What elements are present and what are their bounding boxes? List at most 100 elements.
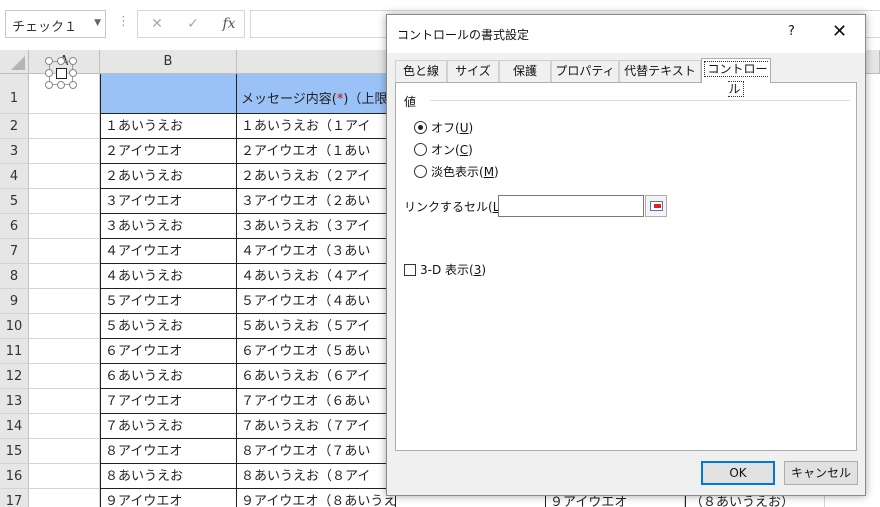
cell-a[interactable] bbox=[29, 314, 100, 339]
cell-b[interactable]: ７アイウエオ bbox=[100, 389, 237, 414]
enter-entry-icon[interactable]: ✓ bbox=[182, 16, 204, 34]
cell-c[interactable]: ５あいうえお（５アイ bbox=[236, 314, 396, 339]
chevron-down-icon[interactable]: ▼ bbox=[94, 18, 101, 28]
range-select-icon[interactable] bbox=[645, 195, 667, 217]
radio-mixed[interactable]: 淡色表示(M) bbox=[414, 163, 499, 180]
help-icon[interactable]: ? bbox=[788, 24, 795, 39]
cell-c[interactable]: ６アイウエオ（５あい bbox=[236, 339, 396, 364]
cell-c[interactable]: ４アイウエオ（３あい bbox=[236, 239, 396, 264]
checkbox-control-selected[interactable] bbox=[45, 57, 77, 89]
row-header[interactable]: 2 bbox=[0, 114, 29, 139]
row-header[interactable]: 15 bbox=[0, 439, 29, 464]
cell-a[interactable] bbox=[29, 339, 100, 364]
checkbox-icon[interactable] bbox=[404, 264, 416, 276]
ok-button[interactable]: OK bbox=[701, 461, 775, 485]
cell-b[interactable]: ２あいうえお bbox=[100, 164, 237, 189]
cell-c[interactable]: ９アイウエオ（８あいうえお） bbox=[236, 489, 396, 507]
cell-b[interactable] bbox=[100, 74, 237, 114]
cell-a[interactable] bbox=[29, 389, 100, 414]
tab-colors-lines[interactable]: 色と線 bbox=[395, 60, 447, 82]
cell-a[interactable] bbox=[29, 264, 100, 289]
cell-link-input[interactable] bbox=[498, 195, 644, 217]
cell-b[interactable]: ３あいうえお bbox=[100, 214, 237, 239]
cell-b[interactable]: ８アイウエオ bbox=[100, 439, 237, 464]
cell-a[interactable] bbox=[29, 364, 100, 389]
cell-c[interactable]: ８アイウエオ（７あい bbox=[236, 439, 396, 464]
cell-c[interactable]: ４あいうえお（４アイ bbox=[236, 264, 396, 289]
cell-a[interactable] bbox=[29, 464, 100, 489]
radio-off[interactable]: オフ(U) bbox=[414, 119, 473, 136]
row-header[interactable]: 6 bbox=[0, 214, 29, 239]
cell-a[interactable] bbox=[29, 189, 100, 214]
row-header[interactable]: 13 bbox=[0, 389, 29, 414]
cell-c[interactable]: ３あいうえお（３アイ bbox=[236, 214, 396, 239]
cell-c[interactable]: ２アイウエオ（１あい bbox=[236, 139, 396, 164]
cell-b[interactable]: ８あいうえお bbox=[100, 464, 237, 489]
column-header-b[interactable]: B bbox=[100, 50, 237, 74]
cell-b[interactable]: ４あいうえお bbox=[100, 264, 237, 289]
cell-a[interactable] bbox=[29, 214, 100, 239]
cell-b[interactable]: ７あいうえお bbox=[100, 414, 237, 439]
cell-c[interactable]: ２あいうえお（２アイ bbox=[236, 164, 396, 189]
tab-alt-text[interactable]: 代替テキスト bbox=[619, 60, 701, 82]
cell-b[interactable]: ４アイウエオ bbox=[100, 239, 237, 264]
cell-a[interactable] bbox=[29, 239, 100, 264]
cancel-entry-icon[interactable]: ✕ bbox=[146, 16, 168, 34]
name-box[interactable]: チェック１ ▼ bbox=[5, 10, 106, 38]
checkbox-icon[interactable] bbox=[56, 68, 67, 79]
cell-c[interactable]: ７あいうえお（７アイ bbox=[236, 414, 396, 439]
radio-on[interactable]: オン(C) bbox=[414, 141, 473, 158]
tab-control[interactable]: コントロール bbox=[701, 58, 771, 97]
cell-a[interactable] bbox=[29, 489, 100, 507]
cell-a[interactable] bbox=[29, 114, 100, 139]
dialog-tabs: 色と線 サイズ 保護 プロパティ 代替テキスト コントロール bbox=[395, 58, 855, 97]
cell-b[interactable]: ５あいうえお bbox=[100, 314, 237, 339]
row-header[interactable]: 17 bbox=[0, 489, 29, 507]
row-header[interactable]: 16 bbox=[0, 464, 29, 489]
cell-b[interactable]: ６アイウエオ bbox=[100, 339, 237, 364]
cell-a[interactable] bbox=[29, 439, 100, 464]
cell-b[interactable]: ９アイウエオ bbox=[100, 489, 237, 507]
name-box-value: チェック１ bbox=[12, 20, 78, 35]
cell-a[interactable] bbox=[29, 414, 100, 439]
row-header[interactable]: 10 bbox=[0, 314, 29, 339]
control-tab-panel: 値 オフ(U) オン(C) 淡色表示(M) リンクするセル(L): 3-D 表示… bbox=[395, 82, 857, 451]
cell-c[interactable]: ５アイウエオ（４あい bbox=[236, 289, 396, 314]
row-header[interactable]: 11 bbox=[0, 339, 29, 364]
row-header[interactable]: 3 bbox=[0, 139, 29, 164]
radio-icon[interactable] bbox=[414, 143, 427, 156]
row-header[interactable]: 7 bbox=[0, 239, 29, 264]
cell-b[interactable]: ２アイウエオ bbox=[100, 139, 237, 164]
row-header[interactable]: 5 bbox=[0, 189, 29, 214]
cell-a[interactable] bbox=[29, 289, 100, 314]
tab-size[interactable]: サイズ bbox=[447, 60, 499, 82]
close-icon[interactable]: ✕ bbox=[832, 21, 847, 42]
select-all-button[interactable] bbox=[0, 50, 29, 74]
more-dots-icon: ⋮ bbox=[117, 14, 130, 29]
row-header[interactable]: 8 bbox=[0, 264, 29, 289]
cell-a[interactable] bbox=[29, 139, 100, 164]
cancel-button[interactable]: キャンセル bbox=[784, 461, 858, 485]
row-header[interactable]: 1 bbox=[0, 74, 29, 114]
row-header[interactable]: 9 bbox=[0, 289, 29, 314]
cell-b[interactable]: １あいうえお bbox=[100, 114, 237, 139]
cell-c[interactable]: ７アイウエオ（６あい bbox=[236, 389, 396, 414]
row-header[interactable]: 12 bbox=[0, 364, 29, 389]
radio-selected-icon[interactable] bbox=[414, 121, 427, 134]
insert-function-icon[interactable]: fx bbox=[218, 16, 240, 34]
cell-b[interactable]: ５アイウエオ bbox=[100, 289, 237, 314]
3d-shading-checkbox[interactable]: 3-D 表示(3) bbox=[404, 261, 486, 278]
cell-c[interactable]: ８あいうえお（８アイ bbox=[236, 464, 396, 489]
row-header[interactable]: 4 bbox=[0, 164, 29, 189]
radio-icon[interactable] bbox=[414, 165, 427, 178]
cell-c[interactable]: ６あいうえお（６アイ bbox=[236, 364, 396, 389]
tab-protection[interactable]: 保護 bbox=[499, 60, 551, 82]
cell-a[interactable] bbox=[29, 164, 100, 189]
cell-c[interactable]: ３アイウエオ（２あい bbox=[236, 189, 396, 214]
cell-c[interactable]: １あいうえお（１アイ bbox=[236, 114, 396, 139]
cell-b[interactable]: ６あいうえお bbox=[100, 364, 237, 389]
tab-properties[interactable]: プロパティ bbox=[551, 60, 619, 82]
cell-b[interactable]: ３アイウエオ bbox=[100, 189, 237, 214]
row-header[interactable]: 14 bbox=[0, 414, 29, 439]
cell-c[interactable]: メッセージ内容(*)（上限18 bbox=[236, 74, 396, 114]
